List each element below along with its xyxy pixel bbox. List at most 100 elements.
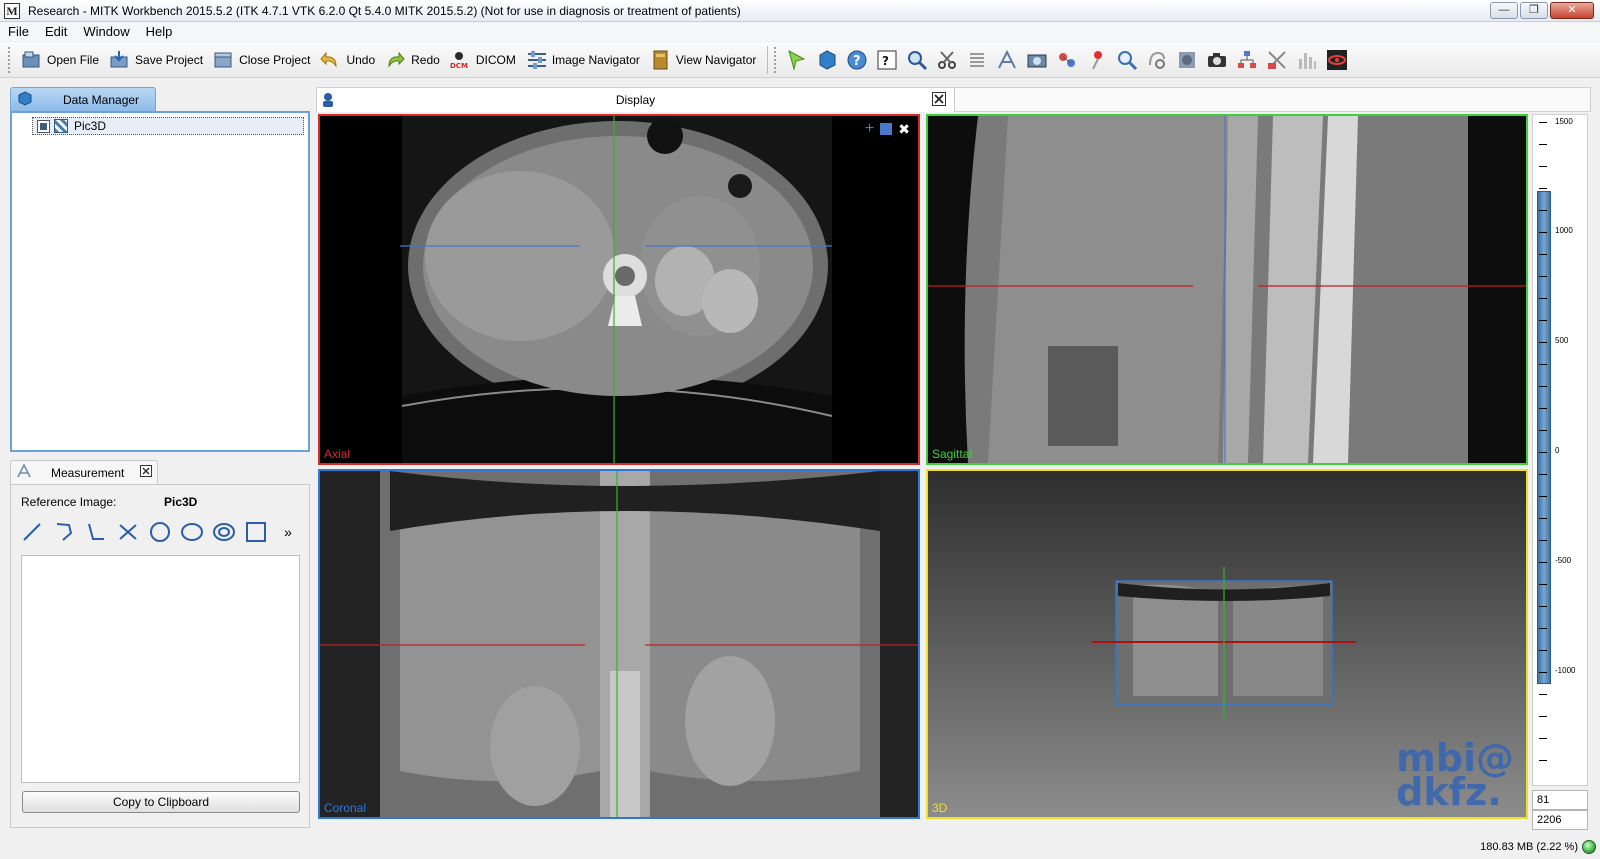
redo-label: Redo xyxy=(411,52,440,67)
minor-tick xyxy=(1539,540,1547,541)
display-icon xyxy=(321,92,335,111)
tab-display[interactable]: Display xyxy=(317,88,955,112)
measurement-panel: Reference Image: Pic3D » Copy to Clipboa… xyxy=(10,484,310,828)
volume-icon[interactable] xyxy=(1174,47,1200,73)
measurement-tab-icon xyxy=(17,463,31,481)
search-icon[interactable] xyxy=(1114,47,1140,73)
close-project-button[interactable]: Close Project xyxy=(208,46,315,74)
sliders-icon xyxy=(526,49,548,71)
sagittal-view[interactable]: Sagittal xyxy=(926,114,1528,465)
close-window-button[interactable]: ✕ xyxy=(1550,2,1594,19)
window-input[interactable]: 2206 xyxy=(1532,810,1588,830)
tools-icon[interactable] xyxy=(1264,47,1290,73)
level-input[interactable]: 81 xyxy=(1532,790,1588,810)
display-tab-label: Display xyxy=(615,93,656,107)
level-window-bar[interactable] xyxy=(1537,191,1551,684)
help-icon[interactable]: ? xyxy=(844,47,870,73)
scissors-icon[interactable] xyxy=(934,47,960,73)
minor-tick xyxy=(1539,144,1547,145)
minor-tick xyxy=(1539,408,1547,409)
close-display-icon[interactable] xyxy=(932,92,948,108)
ellipse-tool-icon[interactable] xyxy=(179,519,205,545)
path-tool-icon[interactable] xyxy=(51,519,77,545)
save-project-button[interactable]: Save Project xyxy=(104,46,208,74)
visibility-checkbox[interactable] xyxy=(37,119,50,133)
minor-tick xyxy=(1539,210,1547,211)
coronal-view[interactable]: Coronal xyxy=(318,469,920,819)
rectangle-tool-icon[interactable] xyxy=(243,519,269,545)
registration-icon[interactable] xyxy=(1144,47,1170,73)
dicom-label: DICOM xyxy=(475,52,516,67)
axial-view[interactable]: + ✖ Axial xyxy=(318,114,920,465)
line-tool-icon[interactable] xyxy=(19,519,45,545)
app-icon: M xyxy=(4,2,20,19)
measurement-icon[interactable] xyxy=(994,47,1020,73)
open-file-button[interactable]: Open File xyxy=(16,46,104,74)
tree-node-pic3d[interactable]: Pic3D xyxy=(32,117,304,135)
minor-tick xyxy=(1539,760,1547,761)
maximize-button[interactable]: ❐ xyxy=(1520,2,1548,19)
3d-view[interactable]: mbi@ dkfz. 3D xyxy=(926,469,1528,819)
window-title: Research - MITK Workbench 2015.5.2 (ITK … xyxy=(28,3,741,18)
eye-icon[interactable] xyxy=(1324,47,1350,73)
measurement-list[interactable] xyxy=(21,555,300,783)
memory-usage: 180.83 MB (2.22 %) xyxy=(1480,841,1578,853)
view-settings-icon[interactable]: ✖ xyxy=(898,122,910,136)
maximize-view-icon[interactable] xyxy=(880,123,893,135)
more-tools-button[interactable]: » xyxy=(275,519,301,545)
double-ellipse-tool-icon[interactable] xyxy=(211,519,237,545)
list-icon[interactable] xyxy=(964,47,990,73)
axial-image xyxy=(400,116,833,463)
view-controls: + ✖ xyxy=(865,121,910,137)
data-cube-icon[interactable] xyxy=(814,47,840,73)
dicom-button[interactable]: DCM DICOM xyxy=(445,46,521,74)
four-point-angle-tool-icon[interactable] xyxy=(115,519,141,545)
minimize-button[interactable]: — xyxy=(1490,2,1518,19)
window-controls: — ❐ ✕ xyxy=(1490,2,1594,19)
menu-edit[interactable]: Edit xyxy=(37,22,75,41)
book-icon xyxy=(650,49,672,71)
close-project-icon xyxy=(213,49,235,71)
sagittal-image xyxy=(928,116,1526,463)
minor-tick xyxy=(1539,364,1547,365)
toolbar-grip[interactable] xyxy=(8,46,12,73)
undo-button[interactable]: Undo xyxy=(315,46,380,74)
redo-button[interactable]: Redo xyxy=(380,46,445,74)
image-navigator-label: Image Navigator xyxy=(551,52,640,67)
pin-icon[interactable] xyxy=(1084,47,1110,73)
tab-data-manager[interactable]: Data Manager xyxy=(10,87,156,111)
minor-tick xyxy=(1539,518,1547,519)
image-node-icon xyxy=(54,119,68,133)
histogram-icon[interactable] xyxy=(1294,47,1320,73)
tick-0 xyxy=(1539,452,1547,453)
points-icon[interactable] xyxy=(1054,47,1080,73)
segmentation-icon[interactable] xyxy=(784,47,810,73)
menu-window[interactable]: Window xyxy=(75,22,137,41)
close-icon[interactable] xyxy=(140,465,153,480)
undo-label: Undo xyxy=(346,52,376,67)
toolbar-separator xyxy=(767,45,769,74)
svg-text:?: ? xyxy=(853,54,861,69)
angle-tool-icon[interactable] xyxy=(83,519,109,545)
circle-tool-icon[interactable] xyxy=(147,519,173,545)
crosshair-icon[interactable]: + xyxy=(865,121,874,137)
tick-label-1000: 1000 xyxy=(1555,226,1573,235)
toolbar-grip-2[interactable] xyxy=(774,46,778,73)
axial-label: Axial xyxy=(324,447,351,461)
title-bar: M Research - MITK Workbench 2015.5.2 (IT… xyxy=(0,0,1600,22)
menu-help[interactable]: Help xyxy=(138,22,181,41)
view-navigator-button[interactable]: View Navigator xyxy=(645,46,761,74)
tick-label-500: 500 xyxy=(1555,336,1569,345)
menu-bar: File Edit Window Help xyxy=(0,22,1600,41)
tick-minus-1000 xyxy=(1539,672,1547,673)
menu-file[interactable]: File xyxy=(0,22,37,41)
zoom-icon[interactable] xyxy=(904,47,930,73)
context-help-icon[interactable]: ? xyxy=(874,47,900,73)
camera-icon[interactable] xyxy=(1204,47,1230,73)
network-icon[interactable] xyxy=(1234,47,1260,73)
copy-to-clipboard-button[interactable]: Copy to Clipboard xyxy=(22,791,300,813)
level-window-widget[interactable]: 1500 1000 500 0 -500 -1000 xyxy=(1532,114,1588,786)
screenshot-icon[interactable] xyxy=(1024,47,1050,73)
image-navigator-button[interactable]: Image Navigator xyxy=(521,46,645,74)
tab-measurement[interactable]: Measurement xyxy=(10,460,158,484)
